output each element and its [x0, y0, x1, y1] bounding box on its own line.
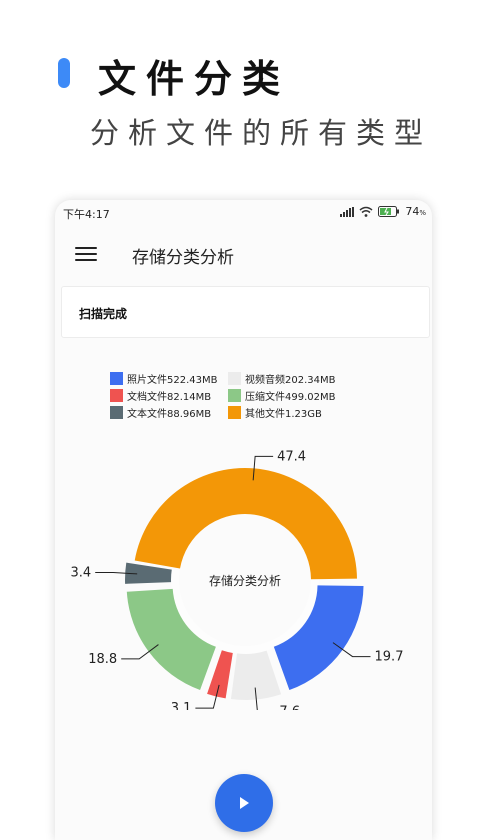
legend-label: 视频音频202.34MB [245, 374, 336, 386]
battery-level: 74% [405, 205, 426, 218]
play-icon [240, 797, 249, 809]
scan-status-text: 扫描完成 [79, 307, 128, 321]
phone-screen: 下午4:17 74% 存储分类分析 扫描完成 照片文件522.43MB 视频音频… [55, 200, 432, 840]
legend-item[interactable]: 文档文件82.14MB [110, 387, 228, 403]
slice-value-label: 47.4 [277, 450, 306, 464]
legend-swatch [110, 388, 123, 402]
legend-item[interactable]: 其他文件1.23GB [228, 404, 378, 420]
battery-unit: % [419, 209, 426, 217]
app-title: 存储分类分析 [132, 248, 234, 268]
legend-swatch [110, 371, 123, 385]
storage-donut-chart: 19.7 7.6 3.1 18.8 3.4 47.4 存储分类分析 [71, 450, 404, 710]
battery-value: 74 [405, 205, 420, 218]
legend-label: 文档文件82.14MB [127, 391, 212, 403]
status-icons: 74% [340, 205, 426, 218]
legend-item[interactable]: 视频音频202.34MB [228, 370, 378, 386]
legend-swatch [228, 371, 241, 385]
legend-swatch [228, 388, 241, 402]
legend-swatch [110, 405, 123, 419]
slice-value-label: 18.8 [88, 652, 117, 667]
legend-label: 其他文件1.23GB [245, 408, 322, 420]
wifi-icon [359, 206, 373, 217]
signal-icon [340, 206, 355, 217]
pie-slice[interactable] [134, 467, 357, 580]
hamburger-menu-icon[interactable] [75, 244, 97, 264]
scan-status-card: 扫描完成 [61, 286, 430, 338]
promo-subtitle: 分析文件的所有类型 [90, 116, 433, 150]
battery-icon [378, 206, 400, 217]
slice-value-label: 3.4 [71, 566, 92, 581]
legend-label: 压缩文件499.02MB [245, 391, 336, 403]
chart-legend: 照片文件522.43MB 视频音频202.34MB 文档文件82.14MB 压缩文件4… [110, 370, 410, 420]
legend-swatch [228, 405, 241, 419]
promo-accent-bar [58, 58, 70, 88]
slice-value-label: 19.7 [375, 650, 404, 665]
legend-item[interactable]: 照片文件522.43MB [110, 370, 228, 386]
slice-value-label: 7.6 [279, 704, 300, 710]
legend-item[interactable]: 文本文件88.96MB [110, 404, 228, 420]
promo-title: 文件分类 [98, 56, 291, 101]
status-time: 下午4:17 [63, 208, 110, 221]
legend-label: 照片文件522.43MB [127, 374, 218, 386]
legend-label: 文本文件88.96MB [127, 408, 212, 420]
chart-center-label: 存储分类分析 [209, 573, 281, 588]
status-bar: 下午4:17 74% [55, 200, 432, 224]
slice-value-label: 3.1 [171, 701, 192, 710]
legend-item[interactable]: 压缩文件499.02MB [228, 387, 378, 403]
app-bar: 存储分类分析 [55, 228, 432, 282]
start-scan-button[interactable] [215, 774, 273, 832]
